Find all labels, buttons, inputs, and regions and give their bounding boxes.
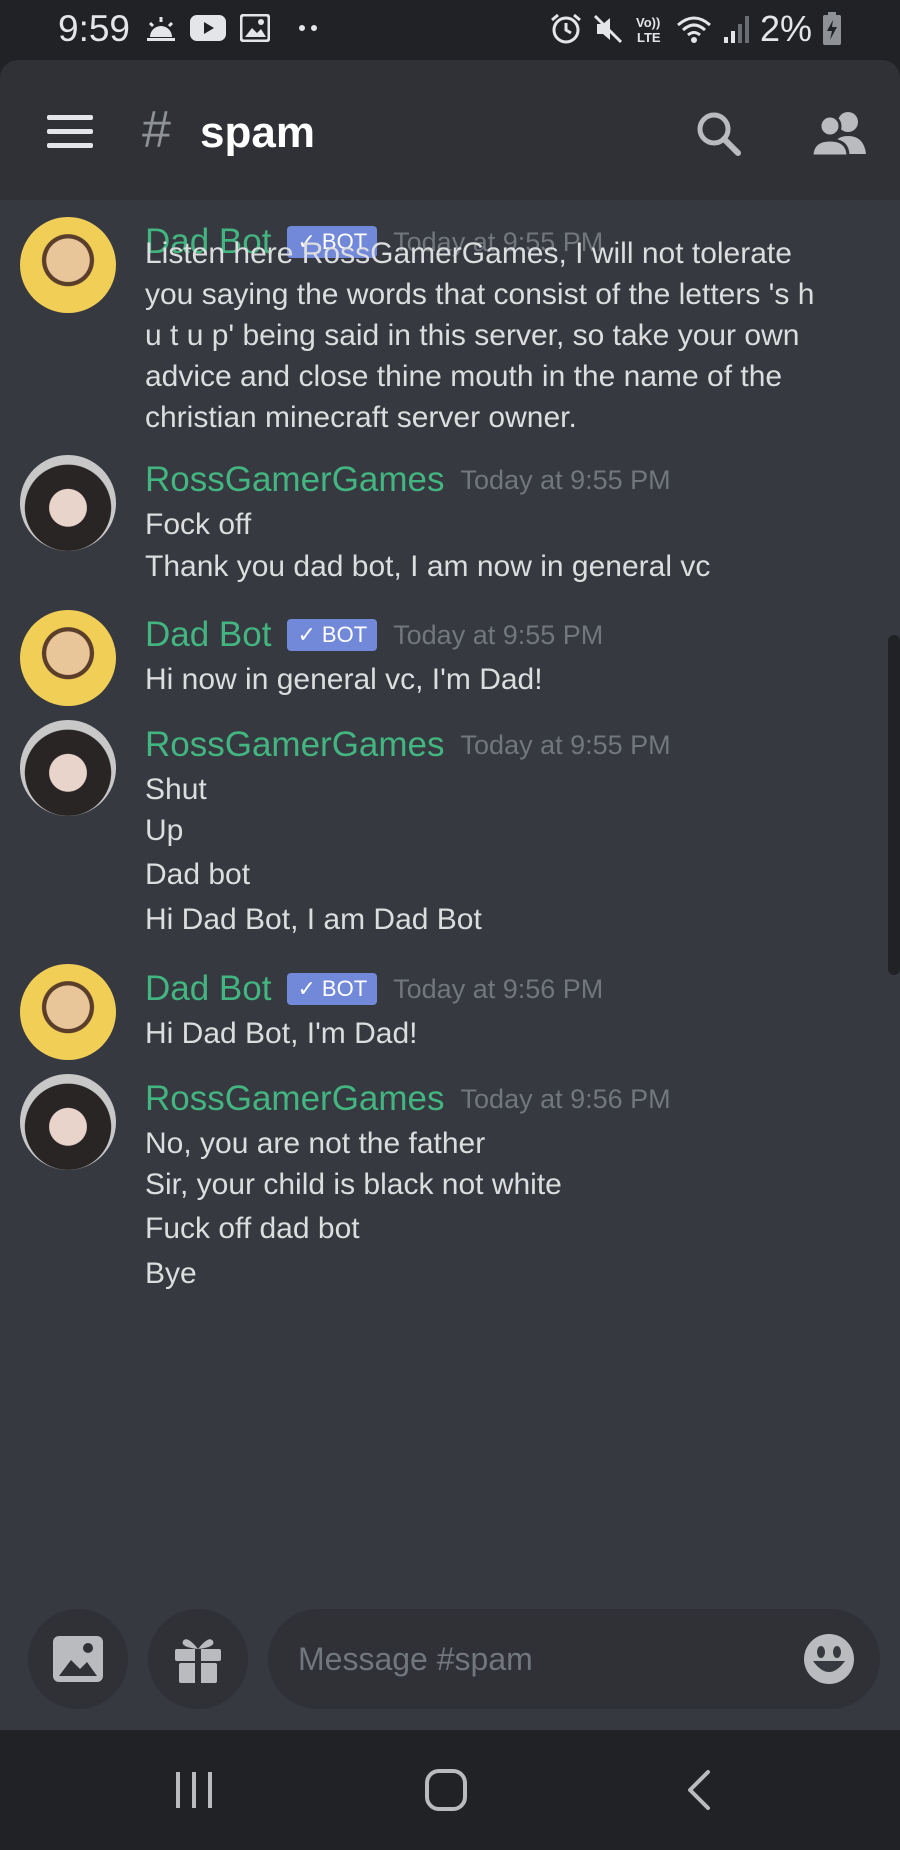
- message-header: RossGamerGames Today at 9:56 PM: [145, 1079, 671, 1119]
- message-list[interactable]: Dad Bot ✓ BOT Today at 9:55 PM Listen her…: [0, 200, 900, 1595]
- battery-percent: 2%: [759, 8, 812, 49]
- wifi-icon: [676, 16, 711, 43]
- attach-image-button[interactable]: [28, 1609, 128, 1709]
- message-header: Dad Bot ✓ BOT Today at 9:55 PM: [145, 615, 603, 655]
- channel-hash-icon: #: [142, 101, 171, 159]
- status-time: 9:59: [58, 8, 131, 49]
- back-icon[interactable]: [684, 1768, 714, 1812]
- more-dots-icon: [299, 25, 317, 31]
- bot-badge: ✓ BOT: [287, 973, 378, 1005]
- volte-icon: Vo))LTE: [636, 15, 661, 45]
- mute-icon: [593, 14, 623, 44]
- check-icon: ✓: [297, 622, 316, 647]
- message-text: Hi Dad Bot, I am Dad Bot: [145, 903, 482, 936]
- message-text: Bye: [145, 1257, 197, 1290]
- avatar[interactable]: [20, 1074, 116, 1170]
- message-input[interactable]: [268, 1609, 880, 1709]
- system-nav-bar: [0, 1730, 900, 1850]
- avatar[interactable]: [20, 217, 116, 313]
- sunrise-icon: [147, 17, 175, 41]
- member-list-icon[interactable]: [810, 108, 870, 160]
- message-text: Hi Dad Bot, I'm Dad!: [145, 1017, 418, 1050]
- image-icon: [53, 1636, 103, 1682]
- menu-icon[interactable]: [47, 115, 93, 149]
- author-name[interactable]: Dad Bot: [145, 969, 271, 1009]
- alarm-icon: [551, 13, 581, 44]
- home-icon[interactable]: [424, 1768, 468, 1812]
- svg-text:LTE: LTE: [637, 30, 661, 45]
- channel-header: # spam: [0, 60, 900, 200]
- message-composer: [0, 1595, 900, 1730]
- timestamp: Today at 9:55 PM: [393, 619, 604, 650]
- avatar[interactable]: [20, 455, 116, 551]
- scrollbar[interactable]: [888, 635, 900, 975]
- message-text: Fuck off dad bot: [145, 1212, 360, 1245]
- signal-icon: [723, 16, 749, 43]
- battery-charging-icon: [823, 12, 841, 45]
- status-bar: 9:59 Vo)) LTE 2%: [0, 0, 900, 60]
- author-name[interactable]: RossGamerGames: [145, 1079, 445, 1119]
- message-text: Thank you dad bot, I am now in general v…: [145, 550, 711, 583]
- timestamp: Today at 9:55 PM: [460, 729, 671, 760]
- emoji-icon[interactable]: [803, 1633, 855, 1685]
- message-header: RossGamerGames Today at 9:55 PM: [145, 725, 671, 765]
- author-name[interactable]: Dad Bot: [145, 615, 271, 655]
- author-name[interactable]: RossGamerGames: [145, 725, 445, 765]
- search-icon[interactable]: [693, 108, 745, 160]
- message-header: RossGamerGames Today at 9:55 PM: [145, 460, 671, 500]
- gift-button[interactable]: [148, 1609, 248, 1709]
- timestamp: Today at 9:56 PM: [460, 1083, 671, 1114]
- recent-apps-icon[interactable]: [174, 1768, 214, 1812]
- message-text: Fock off: [145, 508, 252, 541]
- svg-text:Vo)): Vo)): [636, 15, 660, 30]
- check-icon: ✓: [297, 976, 316, 1001]
- channel-title: spam: [200, 108, 315, 157]
- image-icon: [240, 14, 270, 42]
- message-text: Hi now in general vc, I'm Dad!: [145, 663, 543, 696]
- system-status-icons: Vo)) LTE 2%: [550, 8, 842, 50]
- bot-badge: ✓ BOT: [287, 619, 378, 651]
- gift-icon: [175, 1639, 221, 1683]
- youtube-icon: [190, 15, 226, 41]
- timestamp: Today at 9:56 PM: [393, 973, 604, 1004]
- message-text: Dad bot: [145, 858, 251, 891]
- message-text: christian minecraft server owner.: [145, 401, 577, 434]
- message-text: Sir, your child is black not white: [145, 1168, 562, 1201]
- message-text: Up: [145, 814, 184, 847]
- notification-icons: [146, 14, 320, 42]
- avatar[interactable]: [20, 610, 116, 706]
- avatar[interactable]: [20, 964, 116, 1060]
- timestamp: Today at 9:55 PM: [460, 464, 671, 495]
- author-name[interactable]: RossGamerGames: [145, 460, 445, 500]
- avatar[interactable]: [20, 720, 116, 816]
- message-header: Dad Bot ✓ BOT Today at 9:56 PM: [145, 969, 603, 1009]
